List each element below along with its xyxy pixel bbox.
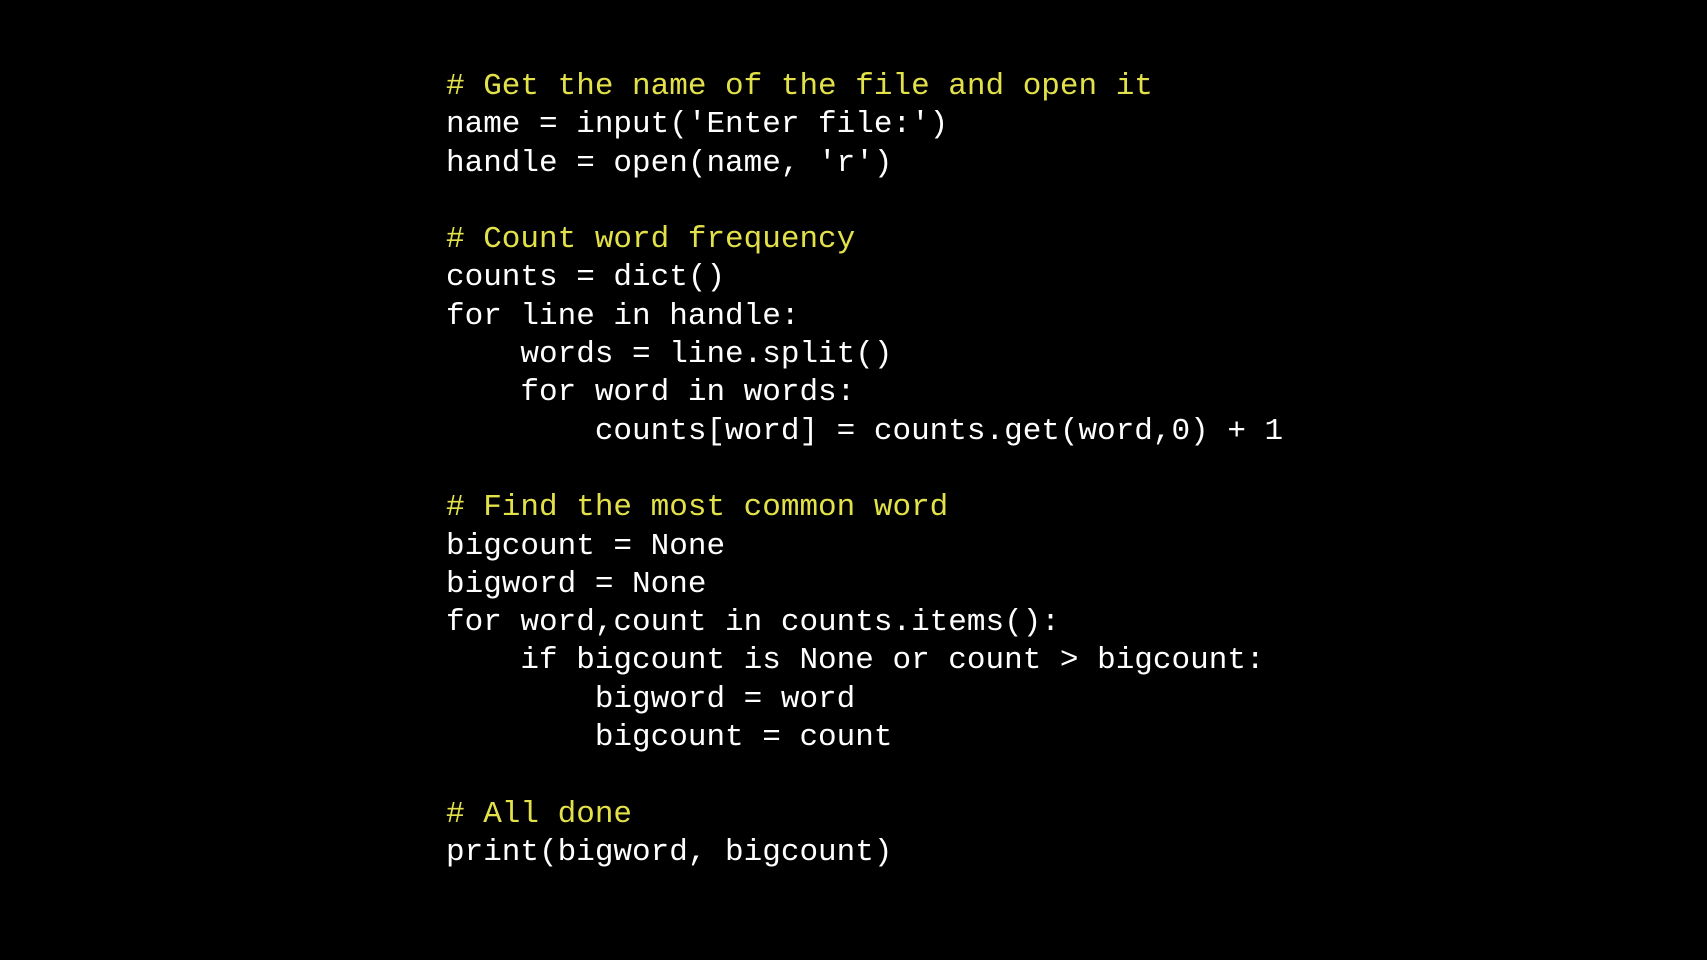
code-line: bigword = None	[446, 566, 707, 602]
code-line: name = input('Enter file:')	[446, 107, 949, 143]
code-line: bigcount = None	[446, 528, 726, 564]
code-line: words = line.split()	[446, 337, 893, 373]
code-comment-line: # Count word frequency	[446, 222, 856, 258]
code-line: bigcount = count	[446, 720, 893, 756]
code-listing: # Get the name of the file and open it na…	[446, 68, 1283, 872]
code-line: for line in handle:	[446, 298, 800, 334]
code-line: if bigcount is None or count > bigcount:	[446, 643, 1265, 679]
code-line: print(bigword, bigcount)	[446, 834, 893, 870]
code-comment-line: # All done	[446, 796, 633, 832]
code-line: counts = dict()	[446, 260, 726, 296]
code-line: handle = open(name, 'r')	[446, 145, 893, 181]
code-line: counts[word] = counts.get(word,0) + 1	[446, 413, 1284, 449]
code-line: for word,count in counts.items():	[446, 605, 1060, 641]
code-line: bigword = word	[446, 681, 856, 717]
code-line: for word in words:	[446, 375, 856, 411]
code-comment-line: # Get the name of the file and open it	[446, 69, 1153, 104]
code-comment-line: # Find the most common word	[446, 490, 949, 526]
